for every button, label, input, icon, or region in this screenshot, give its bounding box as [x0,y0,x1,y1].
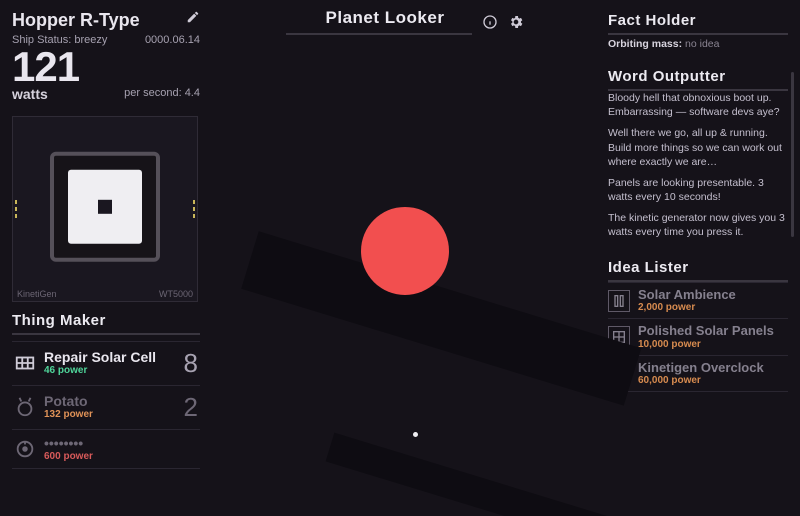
info-icon[interactable] [482,14,498,30]
word-outputter-title: Word Outputter [608,66,788,91]
log-line: Panels are looking presentable. 3 watts … [608,176,788,204]
thing-name: Potato [44,394,176,409]
thing-count: 8 [184,348,198,379]
ship-body [50,152,160,262]
thing-item[interactable]: Potato132 power 2 [12,386,200,430]
thing-name: Repair Solar Cell [44,350,176,365]
watts-per-second: per second: 4.4 [124,87,200,102]
log-line: The kinetic generator now gives you 3 wa… [608,211,788,241]
fact-orbit: Orbiting mass: no idea [608,38,788,50]
thing-cost: 600 power [44,451,190,462]
thing-item[interactable]: Repair Solar Cell46 power 8 [12,342,200,386]
log-scrollbar[interactable] [791,72,794,237]
log-line: Bloody hell that obnoxious boot up. Emba… [608,91,788,119]
idea-name: Solar Ambience [638,288,736,302]
watts-value: 121 [12,48,79,86]
fact-holder-title: Fact Holder [608,10,788,35]
idea-name: Kinetigen Overclock [638,361,764,375]
thing-item[interactable]: ••••••••600 power [12,430,200,469]
idea-lister-title: Idea Lister [608,257,788,282]
solar-cell-icon [14,352,36,374]
thing-maker-title: Thing Maker [12,310,200,335]
thing-cost: 46 power [44,365,176,376]
gear-icon[interactable] [508,14,524,30]
idea-item[interactable]: Solar Ambience2,000 power [608,283,788,319]
ship-name: Hopper R-Type [12,10,140,31]
planet[interactable] [361,207,449,295]
stardate: 0000.06.14 [145,34,200,46]
edit-icon[interactable] [186,10,200,24]
log-text: Bloody hell that obnoxious boot up. Emba… [608,91,788,241]
frame-label-right: WT5000 [159,289,193,299]
ship-viewer[interactable]: KinetiGen WT5000 [12,116,198,302]
ambience-icon [608,290,630,312]
thing-name: •••••••• [44,436,190,451]
idea-name: Polished Solar Panels [638,324,774,338]
planet-looker-title: Planet Looker [286,8,473,35]
thing-count: 2 [184,392,198,423]
potato-icon [14,396,36,418]
locked-icon [14,438,36,460]
frame-label-left: KinetiGen [17,289,57,299]
idea-cost: 60,000 power [638,375,764,386]
idea-cost: 2,000 power [638,302,736,313]
log-line: Well there we go, all up & running. Buil… [608,126,788,169]
idea-cost: 10,000 power [638,339,774,350]
thing-cost: 132 power [44,409,176,420]
moon [413,432,418,437]
